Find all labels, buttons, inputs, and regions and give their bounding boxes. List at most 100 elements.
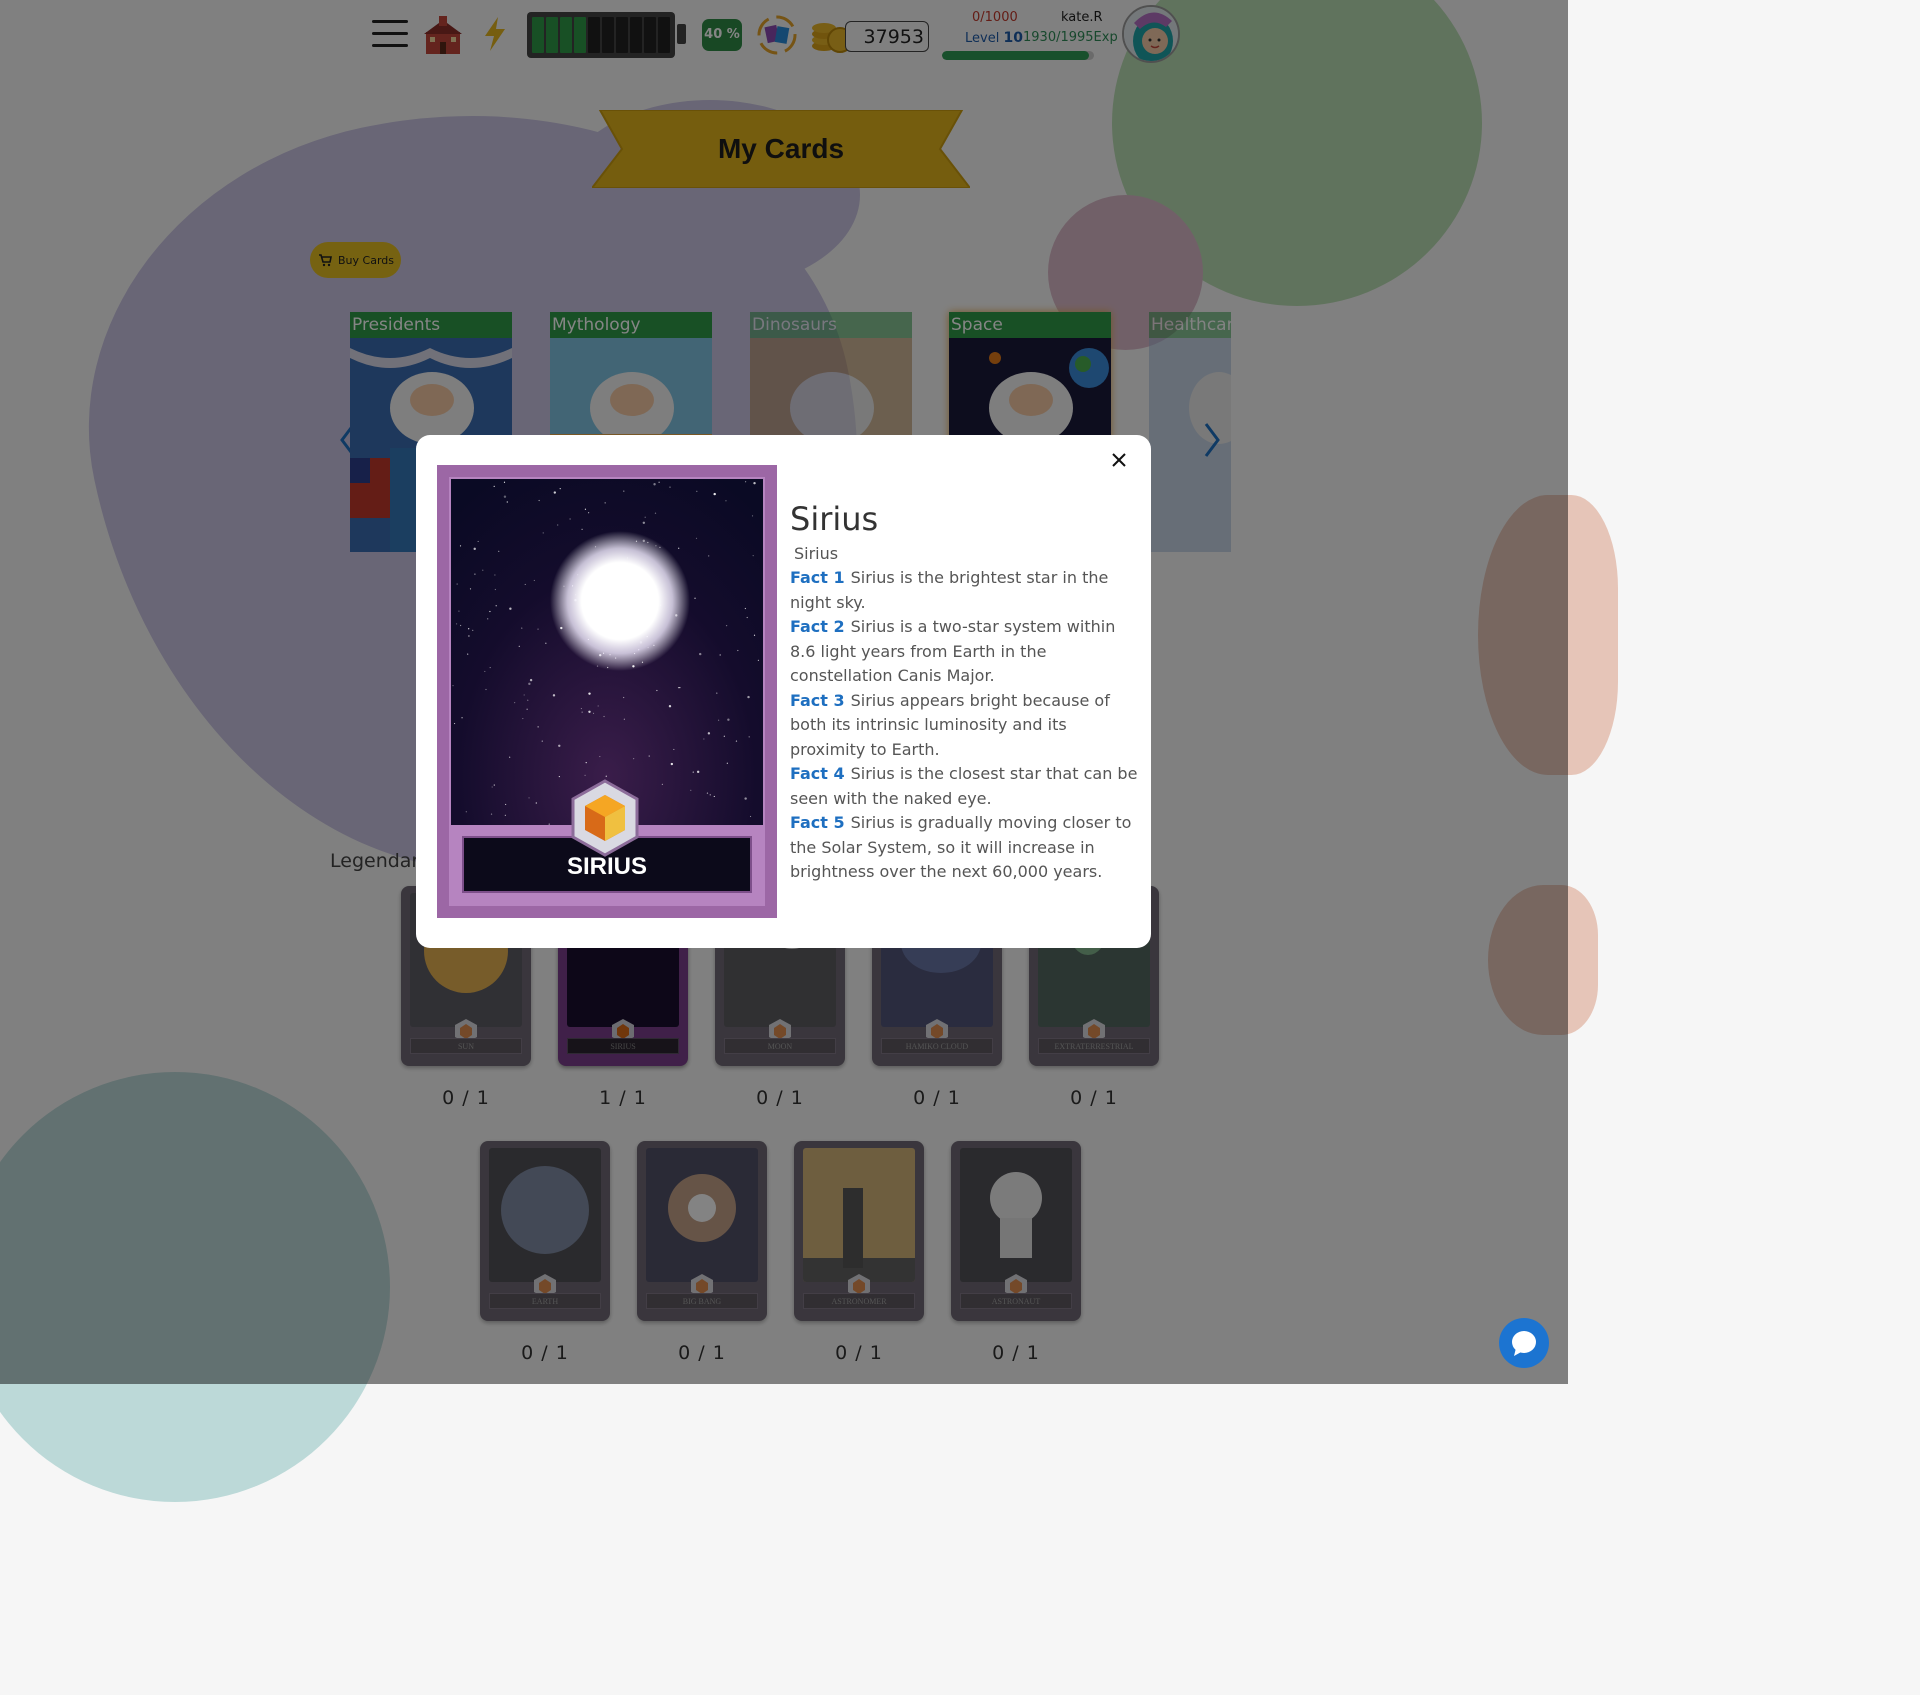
star-dot bbox=[548, 823, 550, 825]
fact-item: Fact 3 Sirius appears bright because of b… bbox=[790, 689, 1138, 763]
star-dot bbox=[468, 628, 470, 630]
star-dot bbox=[737, 649, 739, 652]
star-dot bbox=[505, 803, 507, 806]
chat-bubble-icon bbox=[1512, 1331, 1536, 1356]
star-dot bbox=[569, 518, 571, 520]
star-dot bbox=[524, 583, 526, 586]
star-dot bbox=[725, 625, 728, 627]
star-dot bbox=[673, 748, 675, 751]
star-dot bbox=[558, 775, 560, 778]
star-dot bbox=[749, 815, 752, 818]
star-dot bbox=[553, 491, 557, 494]
fact-key: Fact 3 bbox=[790, 690, 845, 710]
star-dot bbox=[474, 573, 476, 575]
star-dot bbox=[460, 624, 462, 627]
star-dot bbox=[529, 678, 533, 682]
star-dot bbox=[696, 770, 700, 774]
facts-list: Fact 1 Sirius is the brightest star in th… bbox=[790, 566, 1138, 885]
star-dot bbox=[653, 483, 656, 486]
fact-key: Fact 2 bbox=[790, 617, 845, 636]
fact-item: Fact 2 Sirius is a two-star system within… bbox=[790, 615, 1138, 689]
star-dot bbox=[669, 486, 671, 488]
star-dot bbox=[461, 717, 463, 719]
star-dot bbox=[644, 516, 646, 518]
star-dot bbox=[703, 738, 705, 740]
star-dot bbox=[537, 628, 539, 630]
star-dot bbox=[557, 524, 559, 526]
star-dot bbox=[677, 687, 680, 689]
fact-key: Fact 4 bbox=[790, 764, 845, 783]
star-dot bbox=[456, 583, 458, 585]
star-dot bbox=[588, 710, 591, 713]
star-dot bbox=[580, 707, 582, 710]
star-dot bbox=[473, 547, 476, 551]
star-dot bbox=[706, 792, 709, 794]
fact-item: Fact 5 Sirius is gradually moving closer … bbox=[790, 811, 1138, 885]
star-dot bbox=[725, 500, 727, 502]
star-dot bbox=[709, 794, 711, 796]
star-dot bbox=[642, 521, 646, 524]
sirius-star-icon bbox=[449, 477, 765, 906]
star-dot bbox=[744, 607, 746, 610]
star-dot bbox=[528, 682, 531, 686]
star-dot bbox=[509, 607, 512, 610]
star-dot bbox=[726, 762, 728, 764]
star-dot bbox=[518, 645, 520, 647]
star-dot bbox=[484, 670, 486, 673]
star-dot bbox=[588, 692, 591, 695]
star-dot bbox=[537, 726, 539, 728]
star-dot bbox=[458, 610, 460, 612]
card-title: Sirius bbox=[790, 500, 879, 538]
star-dot bbox=[713, 795, 715, 798]
star-dot bbox=[696, 490, 698, 492]
star-dot bbox=[514, 702, 516, 704]
star-dot bbox=[592, 712, 595, 715]
star-dot bbox=[523, 694, 525, 696]
star-dot bbox=[584, 774, 586, 776]
star-dot bbox=[472, 629, 474, 631]
star-dot bbox=[584, 508, 587, 510]
star-dot bbox=[727, 718, 730, 721]
star-dot bbox=[535, 802, 537, 804]
star-dot bbox=[455, 623, 458, 625]
star-dot bbox=[552, 694, 556, 697]
star-dot bbox=[493, 485, 495, 487]
star-dot bbox=[509, 756, 511, 758]
star-dot bbox=[694, 597, 696, 599]
star-dot bbox=[735, 740, 738, 742]
star-dot bbox=[526, 708, 528, 710]
star-dot bbox=[506, 501, 508, 503]
fact-key: Fact 1 bbox=[790, 568, 845, 587]
star-dot bbox=[482, 569, 484, 571]
star-dot bbox=[527, 699, 529, 701]
star-dot bbox=[494, 588, 496, 591]
star-dot bbox=[695, 537, 698, 539]
close-icon[interactable] bbox=[1107, 448, 1131, 472]
star-dot bbox=[699, 652, 702, 656]
chat-button[interactable] bbox=[1499, 1318, 1549, 1368]
star-dot bbox=[716, 692, 718, 694]
star-dot bbox=[467, 653, 469, 655]
star-dot bbox=[599, 755, 601, 758]
star-dot bbox=[477, 540, 479, 543]
star-dot bbox=[453, 722, 456, 725]
star-dot bbox=[713, 492, 716, 496]
star-dot bbox=[753, 634, 756, 636]
star-dot bbox=[747, 695, 750, 699]
star-dot bbox=[690, 789, 692, 791]
star-dot bbox=[623, 718, 625, 720]
star-dot bbox=[668, 704, 672, 708]
star-dot bbox=[605, 775, 607, 777]
star-dot bbox=[494, 574, 496, 576]
star-dot bbox=[489, 666, 491, 669]
star-dot bbox=[528, 797, 530, 799]
star-dot bbox=[558, 744, 561, 747]
star-dot bbox=[588, 512, 590, 514]
star-dot bbox=[746, 616, 748, 619]
star-dot bbox=[493, 784, 495, 786]
star-dot bbox=[744, 797, 747, 800]
star-dot bbox=[717, 719, 720, 721]
star-dot bbox=[654, 512, 657, 514]
star-dot bbox=[707, 732, 711, 735]
star-dot bbox=[489, 610, 491, 613]
